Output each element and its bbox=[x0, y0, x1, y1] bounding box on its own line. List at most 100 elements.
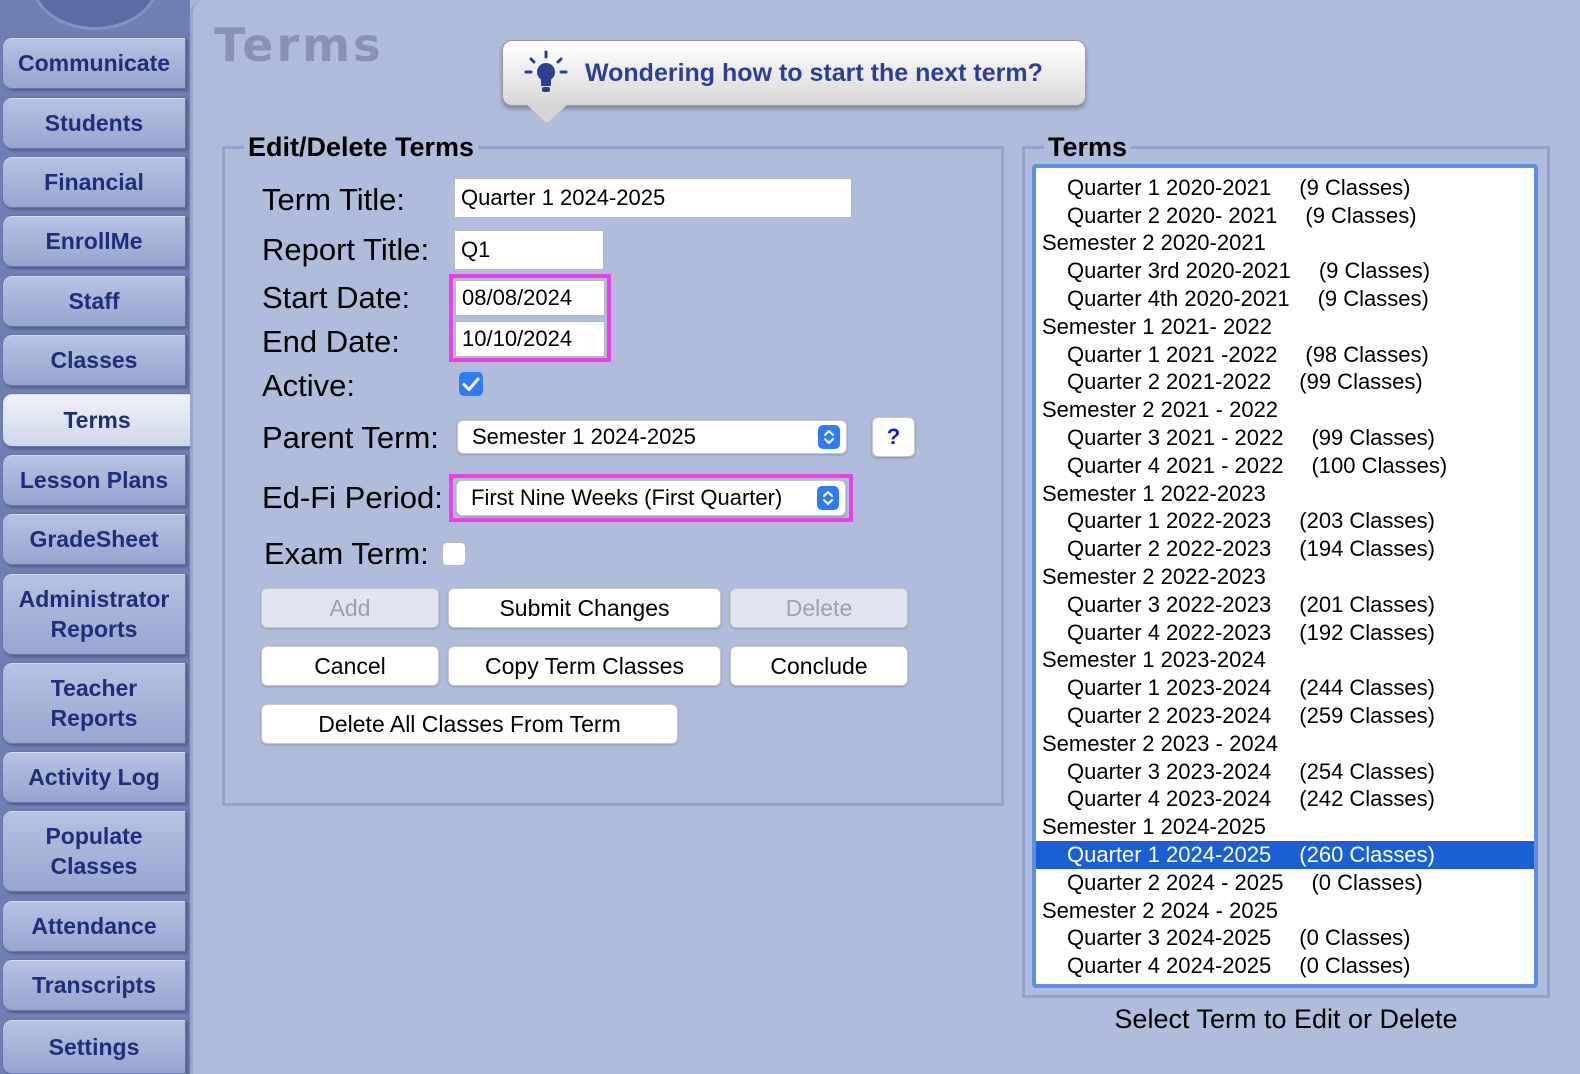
parent-term-select[interactable]: Semester 1 2024-2025 bbox=[457, 420, 847, 454]
term-list-item[interactable]: Quarter 3rd 2020-2021 (9 Classes) bbox=[1036, 257, 1534, 285]
term-list-item[interactable]: Quarter 4 2021 - 2022 (100 Classes) bbox=[1036, 452, 1534, 480]
delete-all-classes-button[interactable]: Delete All Classes From Term bbox=[261, 704, 678, 744]
term-class-count: (99 Classes) bbox=[1299, 369, 1423, 395]
conclude-button[interactable]: Conclude bbox=[730, 646, 908, 686]
semester-list-item[interactable]: Semester 2 2022-2023 bbox=[1036, 563, 1534, 591]
parent-term-help-button[interactable]: ? bbox=[872, 417, 915, 457]
sidebar-item-staff[interactable]: Staff bbox=[2, 275, 186, 327]
semester-list-item[interactable]: Semester 1 2022-2023 bbox=[1036, 480, 1534, 508]
term-name: Quarter 4 2021 - 2022 bbox=[1067, 452, 1284, 478]
term-title-input[interactable]: Quarter 1 2024-2025 bbox=[454, 178, 852, 218]
term-list-item[interactable]: Quarter 2 2023-2024 (259 Classes) bbox=[1036, 702, 1534, 730]
delete-button[interactable]: Delete bbox=[730, 588, 908, 628]
sidebar-item-students[interactable]: Students bbox=[2, 97, 186, 149]
sidebar-item-classes[interactable]: Classes bbox=[2, 334, 186, 386]
edfi-period-select[interactable]: First Nine Weeks (First Quarter) bbox=[456, 480, 846, 516]
next-term-tip-button[interactable]: Wondering how to start the next term? bbox=[502, 40, 1086, 123]
term-name: Semester 2 2021 - 2022 bbox=[1042, 397, 1279, 423]
term-name: Semester 2 2024 - 2025 bbox=[1042, 897, 1279, 923]
sidebar-item-settings[interactable]: Settings bbox=[2, 1019, 186, 1074]
term-class-count: (242 Classes) bbox=[1299, 786, 1435, 812]
term-list-item[interactable]: Quarter 1 2021 -2022 (98 Classes) bbox=[1036, 341, 1534, 369]
checkmark-icon bbox=[462, 377, 480, 391]
exam-term-checkbox[interactable] bbox=[442, 542, 466, 566]
term-list-item[interactable]: Quarter 1 2024-2025 (260 Classes) bbox=[1036, 841, 1534, 869]
term-list-item[interactable]: Quarter 2 2024 - 2025 (0 Classes) bbox=[1036, 869, 1534, 897]
sidebar-item-label: Staff bbox=[68, 288, 120, 314]
sidebar-item-label: Students bbox=[44, 110, 144, 136]
select-arrows-icon bbox=[818, 425, 840, 449]
start-date-input[interactable]: 08/08/2024 bbox=[455, 280, 605, 316]
semester-list-item[interactable]: Semester 1 2024-2025 bbox=[1036, 813, 1534, 841]
report-title-input[interactable]: Q1 bbox=[454, 230, 604, 270]
term-name: Quarter 3rd 2020-2021 bbox=[1067, 258, 1291, 284]
term-name: Quarter 1 2022-2023 bbox=[1067, 508, 1272, 534]
semester-list-item[interactable]: Semester 2 2020-2021 bbox=[1036, 230, 1534, 258]
term-list-item[interactable]: Quarter 3 2022-2023 (201 Classes) bbox=[1036, 591, 1534, 619]
term-list-item[interactable]: Quarter 4 2024-2025 (0 Classes) bbox=[1036, 952, 1534, 980]
term-name: Semester 1 2024-2025 bbox=[1042, 814, 1266, 840]
page-title: Terms bbox=[214, 18, 384, 72]
term-class-count: (203 Classes) bbox=[1299, 508, 1435, 534]
term-class-count: (192 Classes) bbox=[1299, 619, 1435, 645]
active-checkbox[interactable] bbox=[459, 372, 483, 396]
term-name: Quarter 2 2021-2022 bbox=[1067, 369, 1272, 395]
cancel-button[interactable]: Cancel bbox=[261, 646, 439, 686]
sidebar-item-label: EnrollMe bbox=[45, 228, 143, 254]
term-list-item[interactable]: Quarter 1 2022-2023 (203 Classes) bbox=[1036, 508, 1534, 536]
term-list-item[interactable]: Quarter 2 2020- 2021 (9 Classes) bbox=[1036, 202, 1534, 230]
term-list-item[interactable]: Quarter 2 2022-2023 (194 Classes) bbox=[1036, 535, 1534, 563]
sidebar-item-terms[interactable]: Terms bbox=[2, 393, 192, 447]
sidebar-item-activity-log[interactable]: Activity Log bbox=[2, 751, 186, 803]
term-name: Quarter 4 2024-2025 bbox=[1067, 953, 1272, 979]
sidebar-item-lesson-plans[interactable]: Lesson Plans bbox=[2, 454, 186, 506]
sidebar-item-teacher[interactable]: Teacher Reports bbox=[2, 662, 186, 744]
term-list-item[interactable]: Quarter 2 2021-2022 (99 Classes) bbox=[1036, 369, 1534, 397]
term-class-count: (9 Classes) bbox=[1305, 202, 1417, 228]
report-title-label: Report Title: bbox=[262, 232, 430, 267]
term-name: Quarter 3 2021 - 2022 bbox=[1067, 425, 1284, 451]
semester-list-item[interactable]: Semester 1 2023-2024 bbox=[1036, 647, 1534, 675]
sidebar-item-label: Communicate bbox=[17, 50, 171, 76]
term-list-item[interactable]: Quarter 4 2022-2023 (192 Classes) bbox=[1036, 619, 1534, 647]
sidebar-item-financial[interactable]: Financial bbox=[2, 156, 186, 208]
term-name: Quarter 4th 2020-2021 bbox=[1067, 286, 1290, 312]
add-button[interactable]: Add bbox=[261, 588, 439, 628]
submit-changes-button[interactable]: Submit Changes bbox=[448, 588, 721, 628]
term-list-item[interactable]: Quarter 1 2023-2024 (244 Classes) bbox=[1036, 674, 1534, 702]
sidebar-item-populate[interactable]: Populate Classes bbox=[2, 810, 186, 892]
term-class-count: (9 Classes) bbox=[1317, 286, 1429, 312]
sidebar-item-enrollme[interactable]: EnrollMe bbox=[2, 215, 186, 267]
logo-disc bbox=[30, 0, 160, 30]
sidebar-item-transcripts[interactable]: Transcripts bbox=[2, 959, 186, 1011]
term-list-item[interactable]: Quarter 3 2024-2025 (0 Classes) bbox=[1036, 925, 1534, 953]
terms-caption: Select Term to Edit or Delete bbox=[1114, 1004, 1458, 1034]
term-class-count: (194 Classes) bbox=[1299, 536, 1435, 562]
term-list-item[interactable]: Quarter 3 2023-2024 (254 Classes) bbox=[1036, 758, 1534, 786]
sidebar-item-administrator[interactable]: Administrator Reports bbox=[2, 573, 186, 655]
sidebar-item-label-line2: Reports bbox=[50, 616, 138, 642]
sidebar-item-gradesheet[interactable]: GradeSheet bbox=[2, 513, 186, 565]
sidebar-item-communicate[interactable]: Communicate bbox=[2, 37, 186, 89]
term-name: Quarter 2 2020- 2021 bbox=[1067, 202, 1278, 228]
start-date-label: Start Date: bbox=[262, 280, 411, 315]
sidebar-item-label: Administrator bbox=[18, 586, 170, 612]
term-list-item[interactable]: Quarter 4th 2020-2021 (9 Classes) bbox=[1036, 285, 1534, 313]
term-class-count: (244 Classes) bbox=[1299, 675, 1435, 701]
copy-term-classes-button[interactable]: Copy Term Classes bbox=[448, 646, 721, 686]
term-list-item[interactable]: Quarter 1 2020-2021 (9 Classes) bbox=[1036, 174, 1534, 202]
semester-list-item[interactable]: Semester 2 2023 - 2024 bbox=[1036, 730, 1534, 758]
term-name: Semester 1 2021- 2022 bbox=[1042, 313, 1272, 339]
sidebar-item-label: Teacher bbox=[50, 675, 138, 701]
sidebar-item-attendance[interactable]: Attendance bbox=[2, 900, 186, 952]
semester-list-item[interactable]: Semester 2 2024 - 2025 bbox=[1036, 897, 1534, 925]
term-list-item[interactable]: Quarter 4 2023-2024 (242 Classes) bbox=[1036, 786, 1534, 814]
term-name: Semester 2 2020-2021 bbox=[1042, 230, 1266, 256]
semester-list-item[interactable]: Semester 1 2021- 2022 bbox=[1036, 313, 1534, 341]
term-class-count: (100 Classes) bbox=[1311, 452, 1448, 478]
semester-list-item[interactable]: Semester 2 2021 - 2022 bbox=[1036, 396, 1534, 424]
terms-listbox[interactable]: Quarter 1 2020-2021 (9 Classes) Quarter 2 … bbox=[1032, 164, 1538, 988]
end-date-input[interactable]: 10/10/2024 bbox=[455, 321, 605, 357]
edfi-period-value: First Nine Weeks (First Quarter) bbox=[471, 485, 783, 510]
term-list-item[interactable]: Quarter 3 2021 - 2022 (99 Classes) bbox=[1036, 424, 1534, 452]
